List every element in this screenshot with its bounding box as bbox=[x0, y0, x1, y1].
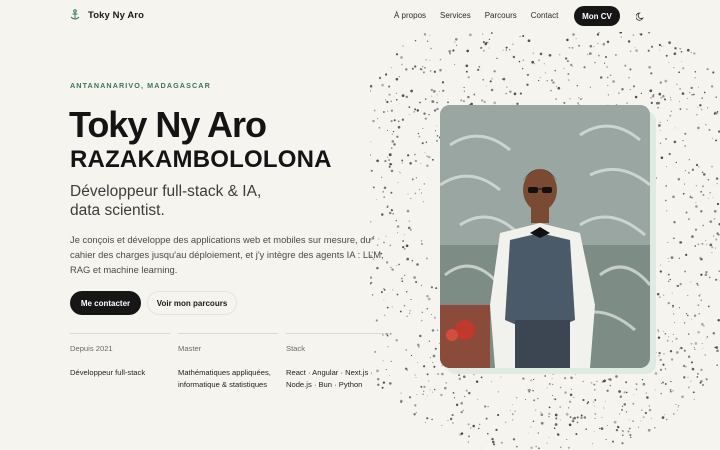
nav-link-parcours[interactable]: Parcours bbox=[485, 11, 517, 20]
stat-stack: Stack React · Angular · Next.js · Node.j… bbox=[286, 333, 386, 390]
hero-last-name: RAZAKAMBOLOLONA bbox=[70, 146, 332, 173]
top-nav: Toky Ny Aro À propos Services Parcours C… bbox=[0, 0, 720, 32]
stat-since: Depuis 2021 Développeur full-stack bbox=[70, 333, 170, 379]
hero-first-name: Toky Ny Aro bbox=[69, 104, 267, 145]
hero-description: Je conçois et développe des applications… bbox=[70, 234, 384, 275]
stat-label: Master bbox=[178, 344, 202, 353]
brand[interactable]: Toky Ny Aro bbox=[70, 9, 144, 21]
brand-name: Toky Ny Aro bbox=[88, 9, 144, 21]
location-label: ANTANANARIVO, MADAGASCAR bbox=[70, 81, 211, 90]
theme-toggle-button[interactable] bbox=[634, 10, 646, 22]
anchor-icon bbox=[70, 9, 80, 20]
portrait-photo bbox=[440, 105, 650, 368]
parcours-button[interactable]: Voir mon parcours bbox=[147, 291, 237, 315]
nav-links: À propos Services Parcours Contact bbox=[394, 11, 558, 20]
stat-label: Stack bbox=[286, 344, 305, 353]
moon-icon bbox=[635, 12, 644, 21]
role-line-2: data scientist. bbox=[70, 202, 165, 219]
nav-link-contact[interactable]: Contact bbox=[531, 11, 559, 20]
nav-link-a-propos[interactable]: À propos bbox=[394, 11, 426, 20]
hero-role: Développeur full-stack & IA, data scient… bbox=[70, 182, 370, 220]
stat-value: React · Angular · Next.js · Node.js · Bu… bbox=[286, 368, 373, 389]
stat-label: Depuis 2021 bbox=[70, 344, 113, 353]
role-line-1: Développeur full-stack & IA, bbox=[70, 183, 262, 200]
nav-link-services[interactable]: Services bbox=[440, 11, 471, 20]
stat-value: Mathématiques appliquées, informatique &… bbox=[178, 368, 271, 389]
contact-button[interactable]: Me contacter bbox=[70, 291, 141, 315]
cv-button[interactable]: Mon CV bbox=[574, 6, 620, 26]
stat-master: Master Mathématiques appliquées, informa… bbox=[178, 333, 278, 390]
stat-value: Développeur full-stack bbox=[70, 368, 146, 377]
